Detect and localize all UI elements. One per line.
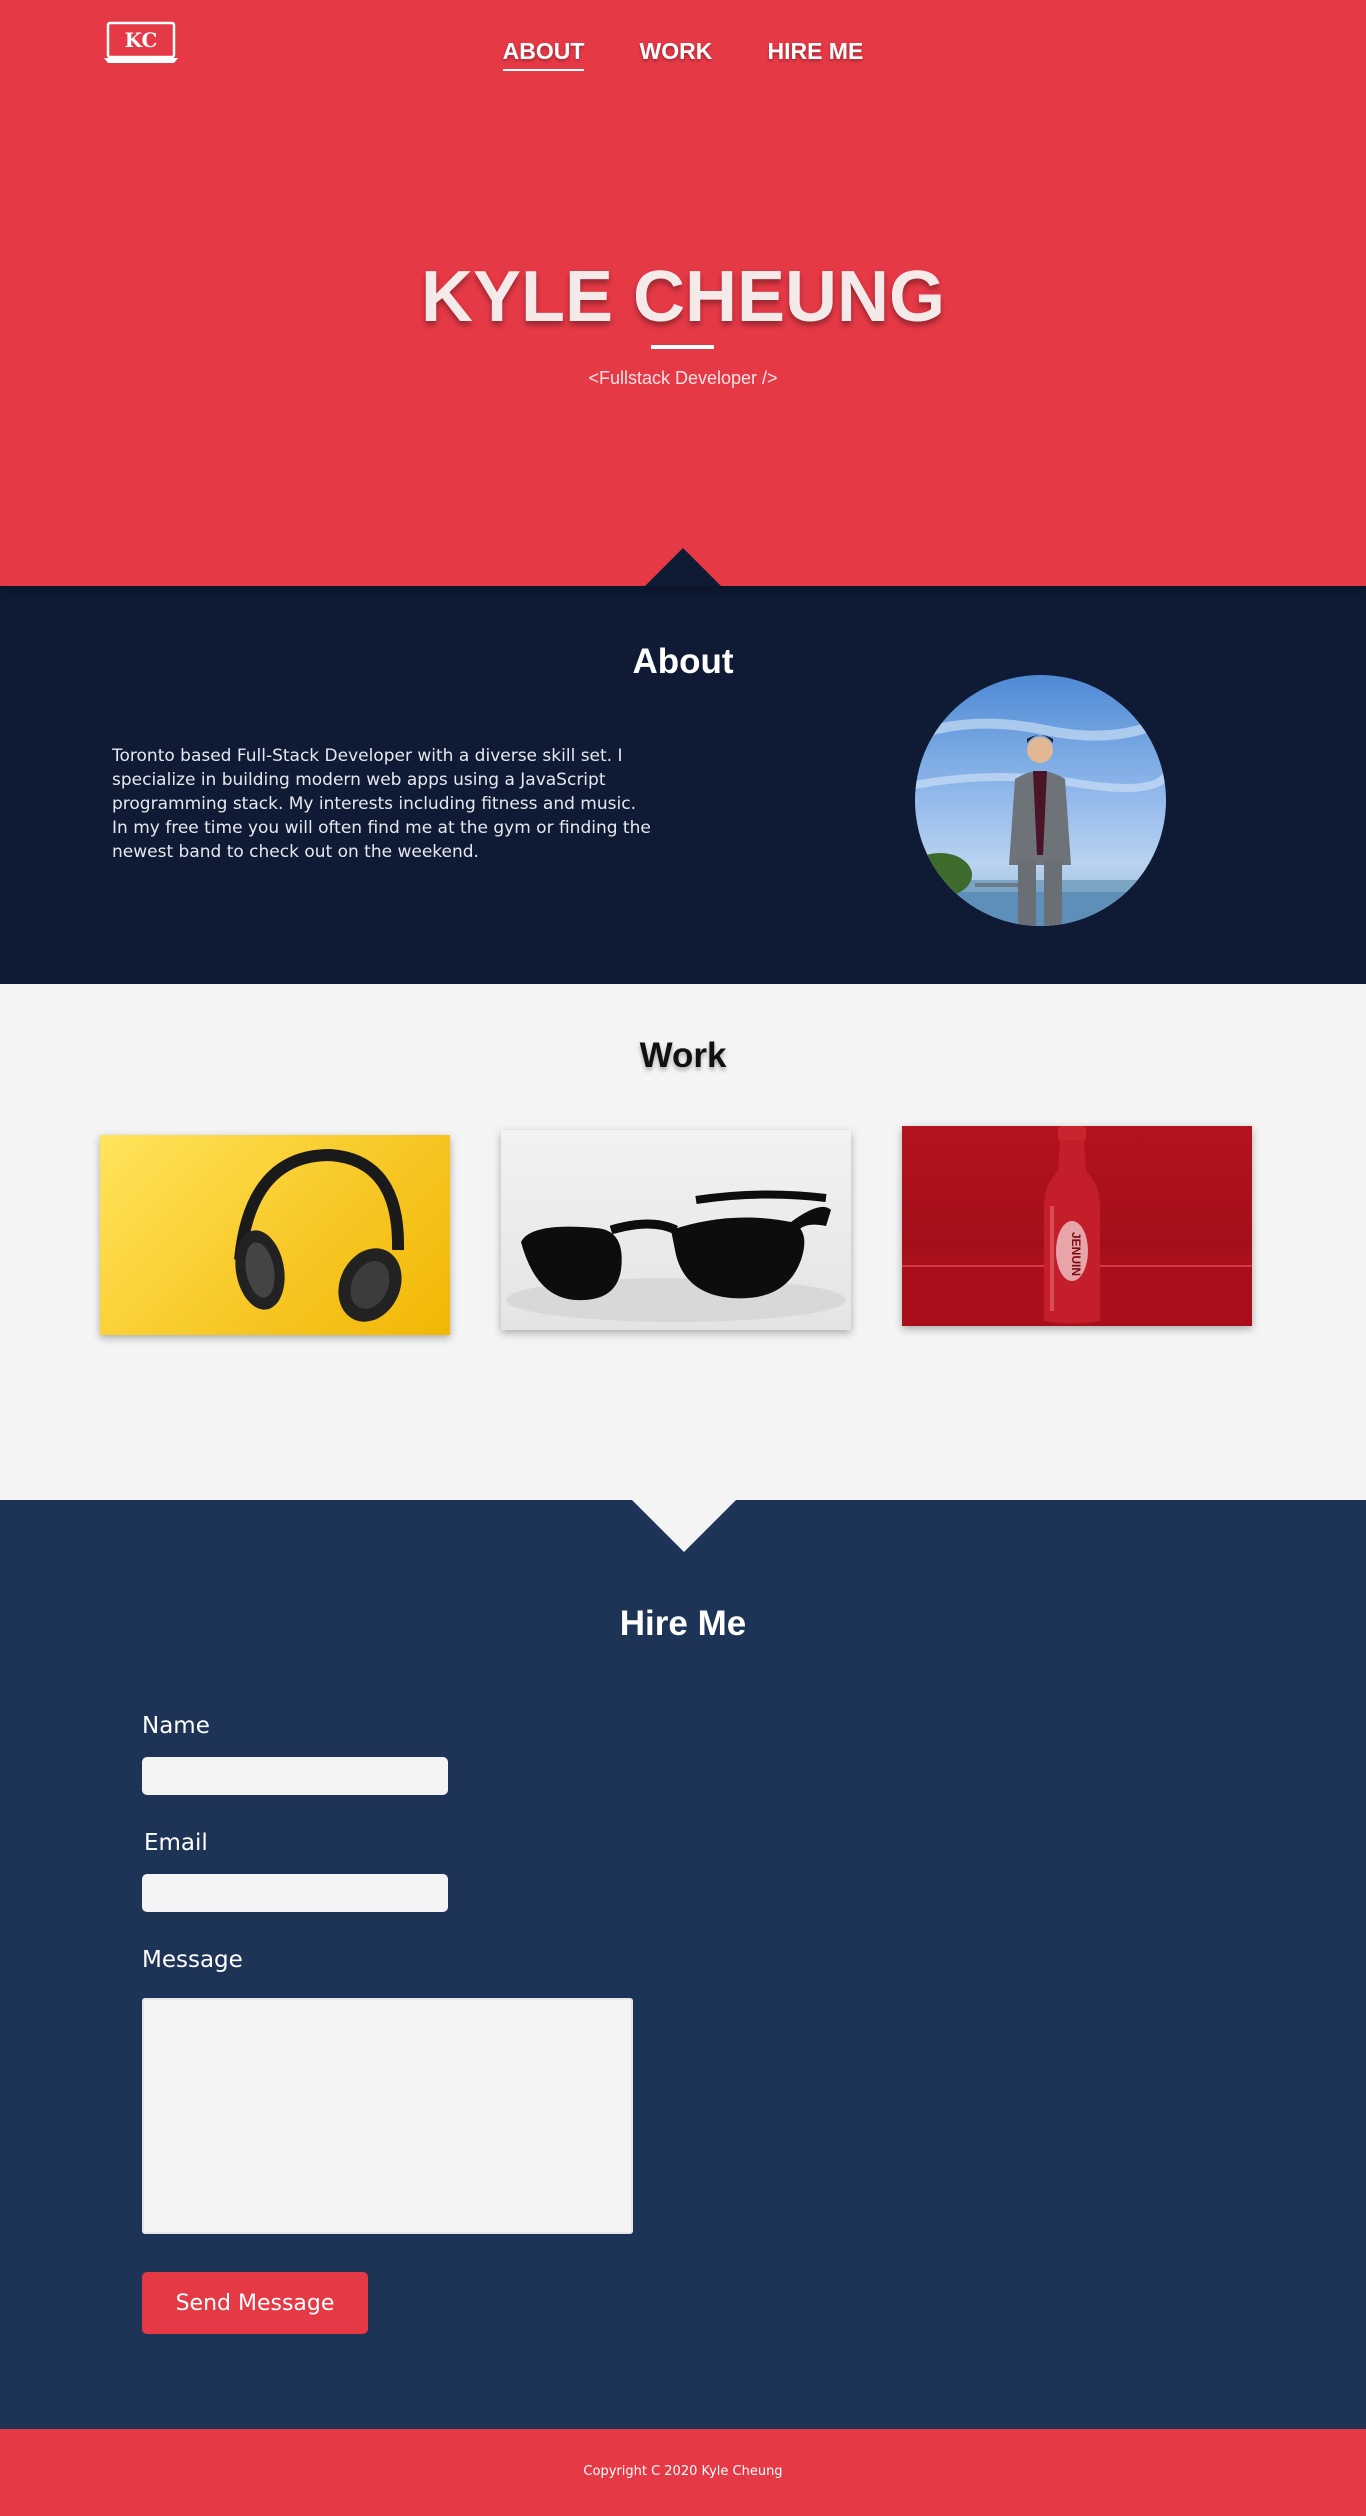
work-section: Work JENUIN (0, 984, 1366, 1500)
hero-section: KC ABOUT WORK HIRE ME KYLE CHEUNG <Fulls… (0, 0, 1366, 586)
message-textarea[interactable] (142, 1998, 633, 2234)
message-label: Message (142, 1947, 243, 1973)
nav-hire-me[interactable]: HIRE ME (767, 38, 863, 69)
work-title: Work (639, 1036, 727, 1075)
headphones-image (234, 1148, 405, 1322)
about-text: Toronto based Full-Stack Developer with … (112, 746, 651, 862)
work-item-sunglasses[interactable] (501, 1130, 851, 1330)
email-label: Email (144, 1830, 208, 1856)
work-item-bottle[interactable]: JENUIN (902, 1126, 1252, 1326)
work-item-headphones[interactable] (100, 1135, 450, 1335)
send-message-button[interactable]: Send Message (142, 2272, 368, 2334)
name-label: Name (142, 1713, 210, 1739)
hero-title: KYLE CHEUNG (420, 257, 946, 337)
portfolio-page: KC ABOUT WORK HIRE ME KYLE CHEUNG <Fulls… (0, 0, 1366, 2516)
hire-section: Hire Me Name Email Message Send Message (0, 1500, 1366, 2429)
hero-subtitle: <Fullstack Developer /> (588, 368, 778, 388)
hero-notch (645, 548, 721, 586)
sunglasses-image (506, 1190, 846, 1322)
copyright-text: Copyright C 2020 Kyle Cheung (583, 2464, 783, 2479)
name-input[interactable] (142, 1757, 448, 1795)
email-input[interactable] (142, 1874, 448, 1912)
nav-about[interactable]: ABOUT (502, 38, 585, 71)
about-title: About (632, 642, 734, 681)
about-section: About Toronto based Full-Stack Developer… (0, 586, 1366, 984)
bottle-label: JENUIN (1069, 1232, 1083, 1276)
footer: Copyright C 2020 Kyle Cheung (0, 2429, 1366, 2516)
hire-title: Hire Me (619, 1604, 747, 1643)
hero-title-underline (651, 345, 714, 349)
hire-notch (632, 1500, 736, 1552)
main-nav: ABOUT WORK HIRE ME (0, 38, 1366, 71)
profile-photo (915, 675, 1166, 926)
bottle-image: JENUIN (902, 1126, 1252, 1326)
nav-work[interactable]: WORK (640, 38, 713, 69)
